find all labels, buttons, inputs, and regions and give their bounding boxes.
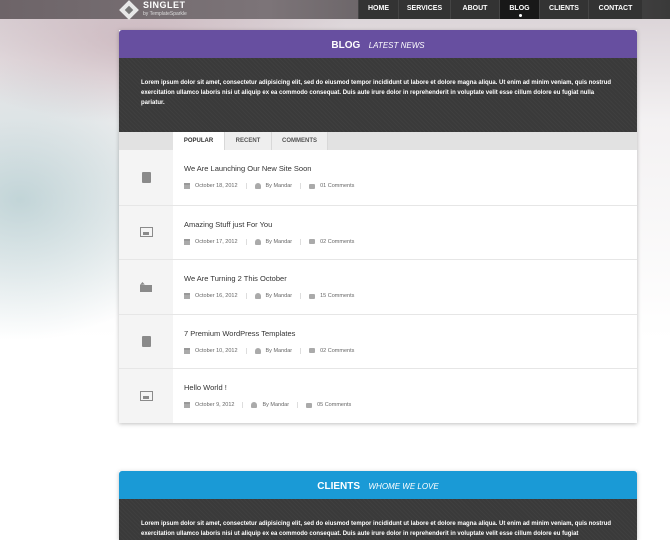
comment-icon xyxy=(309,348,316,354)
calendar-icon xyxy=(184,238,190,245)
post-date: October 16, 2012 xyxy=(195,293,238,300)
blog-section: BLOG LATEST NEWS Lorem ipsum dolor sit a… xyxy=(119,30,637,423)
post-title[interactable]: Hello World ! xyxy=(184,383,367,392)
post-comments[interactable]: 05 Comments xyxy=(317,402,351,408)
post-title[interactable]: 7 Premium WordPress Templates xyxy=(184,329,370,338)
post-title[interactable]: We Are Launching Our New Site Soon xyxy=(184,164,370,173)
post-title[interactable]: Amazing Stuff just For You xyxy=(184,220,370,229)
nav-contact[interactable]: CONTACT xyxy=(588,0,642,19)
video-icon xyxy=(140,281,152,292)
post-author[interactable]: By Mandar xyxy=(266,348,293,354)
post-comments[interactable]: 02 Comments xyxy=(320,239,354,245)
tab-recent[interactable]: RECENT xyxy=(225,132,272,150)
post-date: October 9, 2012 xyxy=(195,402,235,409)
clients-header: CLIENTS WHOME WE LOVE xyxy=(119,471,637,499)
calendar-icon xyxy=(184,347,190,354)
nav-about[interactable]: ABOUT xyxy=(450,0,499,19)
comment-icon xyxy=(309,239,316,245)
post-meta: October 17, 2012 By Mandar 02 Comments xyxy=(184,238,370,245)
post-list: We Are Launching Our New Site Soon Octob… xyxy=(119,150,637,423)
post-title[interactable]: We Are Turning 2 This October xyxy=(184,274,370,283)
document-icon xyxy=(141,336,151,348)
calendar-icon xyxy=(184,183,190,189)
post-date: October 17, 2012 xyxy=(195,238,238,245)
comment-icon xyxy=(309,293,316,299)
post-author[interactable]: By Mandar xyxy=(266,293,293,299)
blog-tabs: POPULAR RECENT COMMENTS xyxy=(173,132,328,150)
post-item[interactable]: Hello World ! October 9, 2012 By Mandar … xyxy=(119,368,637,423)
nav-home[interactable]: HOME xyxy=(358,0,398,19)
user-icon xyxy=(254,293,261,300)
clients-subtitle: WHOME WE LOVE xyxy=(368,482,439,491)
post-date: October 10, 2012 xyxy=(195,347,238,354)
site-logo[interactable]: SINGLET by TemplateSparkle xyxy=(119,0,187,20)
brand-name: SINGLET xyxy=(143,0,186,10)
clients-section: CLIENTS WHOME WE LOVE Lorem ipsum dolor … xyxy=(119,471,637,540)
user-icon xyxy=(254,347,261,354)
nav-clients[interactable]: CLIENTS xyxy=(539,0,588,19)
post-author[interactable]: By Mandar xyxy=(262,402,289,408)
logo-diamond-icon xyxy=(119,0,139,20)
post-author[interactable]: By Mandar xyxy=(266,239,293,245)
post-meta: October 10, 2012 By Mandar 02 Comments xyxy=(184,347,370,354)
blog-intro: Lorem ipsum dolor sit amet, consectetur … xyxy=(119,58,637,132)
user-icon xyxy=(251,402,258,409)
calendar-icon xyxy=(184,402,190,409)
post-item[interactable]: We Are Turning 2 This October October 16… xyxy=(119,259,637,314)
tab-popular[interactable]: POPULAR xyxy=(173,132,225,150)
post-meta: October 16, 2012 By Mandar 15 Comments xyxy=(184,293,370,300)
user-icon xyxy=(254,238,261,245)
post-author[interactable]: By Mandar xyxy=(266,183,293,189)
clients-title: CLIENTS xyxy=(317,481,361,492)
main-nav: HOME SERVICES ABOUT BLOG CLIENTS CONTACT xyxy=(358,0,642,19)
clients-intro: Lorem ipsum dolor sit amet, consectetur … xyxy=(119,499,637,540)
post-comments[interactable]: 15 Comments xyxy=(320,293,354,299)
tab-comments[interactable]: COMMENTS xyxy=(272,132,328,150)
post-comments[interactable]: 02 Comments xyxy=(320,348,354,354)
post-meta: October 9, 2012 By Mandar 05 Comments xyxy=(184,402,367,409)
blog-subtitle: LATEST NEWS xyxy=(368,41,425,50)
blog-title: BLOG xyxy=(331,40,361,51)
document-icon xyxy=(141,171,151,183)
blog-header: BLOG LATEST NEWS xyxy=(119,30,637,58)
comment-icon xyxy=(309,183,316,189)
post-item[interactable]: Amazing Stuff just For You October 17, 2… xyxy=(119,204,637,260)
post-meta: October 18, 2012 By Mandar 01 Comments xyxy=(184,183,370,189)
brand-tagline: by TemplateSparkle xyxy=(143,11,187,17)
image-icon xyxy=(139,391,153,402)
nav-blog[interactable]: BLOG xyxy=(499,0,539,19)
top-bar: SINGLET by TemplateSparkle HOME SERVICES… xyxy=(0,0,670,20)
calendar-icon xyxy=(184,293,190,300)
blog-tabs-bar: POPULAR RECENT COMMENTS xyxy=(119,132,637,150)
comment-icon xyxy=(306,402,313,408)
post-date: October 18, 2012 xyxy=(195,183,238,189)
post-item[interactable]: 7 Premium WordPress Templates October 10… xyxy=(119,313,637,369)
user-icon xyxy=(254,183,261,189)
nav-services[interactable]: SERVICES xyxy=(398,0,450,19)
post-comments[interactable]: 01 Comments xyxy=(320,183,354,189)
post-item[interactable]: We Are Launching Our New Site Soon Octob… xyxy=(119,150,637,205)
image-icon xyxy=(139,227,153,238)
